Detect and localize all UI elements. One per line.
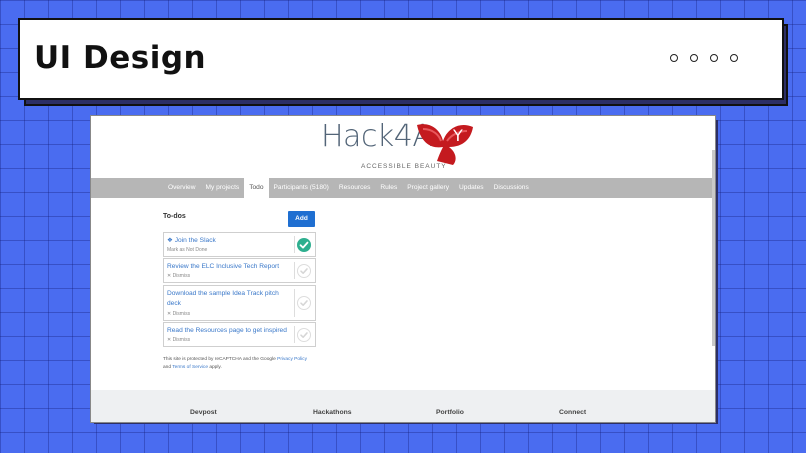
todo-label[interactable]: Review the ELC Inclusive Tech Report: [167, 262, 289, 272]
privacy-policy-link[interactable]: Privacy Policy: [277, 357, 307, 362]
nav-tab-rules[interactable]: Rules: [375, 178, 402, 198]
todo-divider: [294, 236, 295, 253]
mark-not-done-link[interactable]: Mark as Not Done: [167, 247, 207, 253]
nav-bar: Overview My projects Todo Participants (518…: [91, 178, 715, 198]
recaptcha-and: and: [163, 365, 172, 370]
dot-icon: [670, 54, 678, 62]
nav-tab-overview[interactable]: Overview: [163, 178, 200, 198]
nav-tab-resources[interactable]: Resources: [334, 178, 376, 198]
nav-tab-todo[interactable]: Todo: [244, 178, 269, 198]
red-bow-icon: Y: [417, 124, 473, 165]
nav-tab-participants-5180[interactable]: Participants (5180): [269, 178, 334, 198]
nav-tab-updates[interactable]: Updates: [454, 178, 489, 198]
nav-tab-project-gallery[interactable]: Project gallery: [402, 178, 454, 198]
site-footer: Devpost Hackathons Portfolio Connect: [91, 390, 715, 422]
footer-hackathons[interactable]: Hackathons: [313, 409, 352, 416]
nav-tab-my-projects[interactable]: My projects: [200, 178, 244, 198]
banner-title: UI Design: [34, 40, 207, 76]
footer-devpost[interactable]: Devpost: [190, 409, 217, 416]
todo-item: ❖ Join the Slack Mark as Not Done: [163, 232, 316, 257]
dismiss-link[interactable]: ✕ Dismiss: [167, 273, 190, 279]
todo-text: Download the sample Idea Track pitch dec…: [167, 290, 279, 307]
svg-text:Y: Y: [452, 126, 463, 145]
terms-of-service-link[interactable]: Terms of Service: [172, 365, 208, 370]
todo-text: Join the Slack: [174, 237, 216, 244]
dismiss-link[interactable]: ✕ Dismiss: [167, 337, 190, 343]
todo-divider: [294, 262, 295, 279]
logo-subtitle: ACCESSIBLE BEAUTY: [361, 163, 447, 170]
todo-divider: [294, 326, 295, 343]
scrollbar[interactable]: [712, 150, 715, 346]
dot-icon: [690, 54, 698, 62]
title-banner: UI Design: [18, 18, 784, 100]
todo-item: Read the Resources page to get inspired ✕…: [163, 322, 316, 347]
todo-item: Review the ELC Inclusive Tech Report ✕ Di…: [163, 258, 316, 283]
dot-icon: [730, 54, 738, 62]
dismiss-link[interactable]: ✕ Dismiss: [167, 311, 190, 317]
recaptcha-prefix: This site is protected by reCAPTCHA and …: [163, 357, 276, 362]
slack-icon: ❖: [167, 237, 175, 244]
hack4ay-logo[interactable]: Hack4A Y ACCESSIBLE BEAUTY: [321, 119, 481, 174]
todos-heading: To-dos: [163, 213, 186, 220]
todo-item: Download the sample Idea Track pitch dec…: [163, 285, 316, 321]
footer-portfolio[interactable]: Portfolio: [436, 409, 464, 416]
recaptcha-notice: This site is protected by reCAPTCHA and …: [163, 356, 323, 372]
checkmark-pending-icon[interactable]: [297, 327, 311, 342]
recaptcha-suffix: apply.: [209, 365, 222, 370]
todo-label[interactable]: ❖ Join the Slack: [167, 236, 289, 246]
nav-tab-discussions[interactable]: Discussions: [489, 178, 534, 198]
browser-screenshot: Hack4A Y ACCESSIBLE BEAUTY Overview My pr…: [90, 115, 716, 423]
todo-text: Read the Resources page to get inspired: [167, 327, 287, 334]
todo-label[interactable]: Download the sample Idea Track pitch dec…: [167, 289, 289, 309]
dot-icon: [710, 54, 718, 62]
footer-connect[interactable]: Connect: [559, 409, 586, 416]
todo-label[interactable]: Read the Resources page to get inspired: [167, 326, 289, 336]
todo-divider: [294, 289, 295, 317]
decorative-dots: [670, 54, 738, 62]
checkmark-done-icon[interactable]: [297, 237, 311, 252]
add-button[interactable]: Add: [288, 211, 315, 227]
checkmark-pending-icon[interactable]: [297, 296, 311, 310]
checkmark-pending-icon[interactable]: [297, 263, 311, 278]
todo-text: Review the ELC Inclusive Tech Report: [167, 263, 280, 270]
nav-items: Overview My projects Todo Participants (518…: [163, 178, 534, 198]
